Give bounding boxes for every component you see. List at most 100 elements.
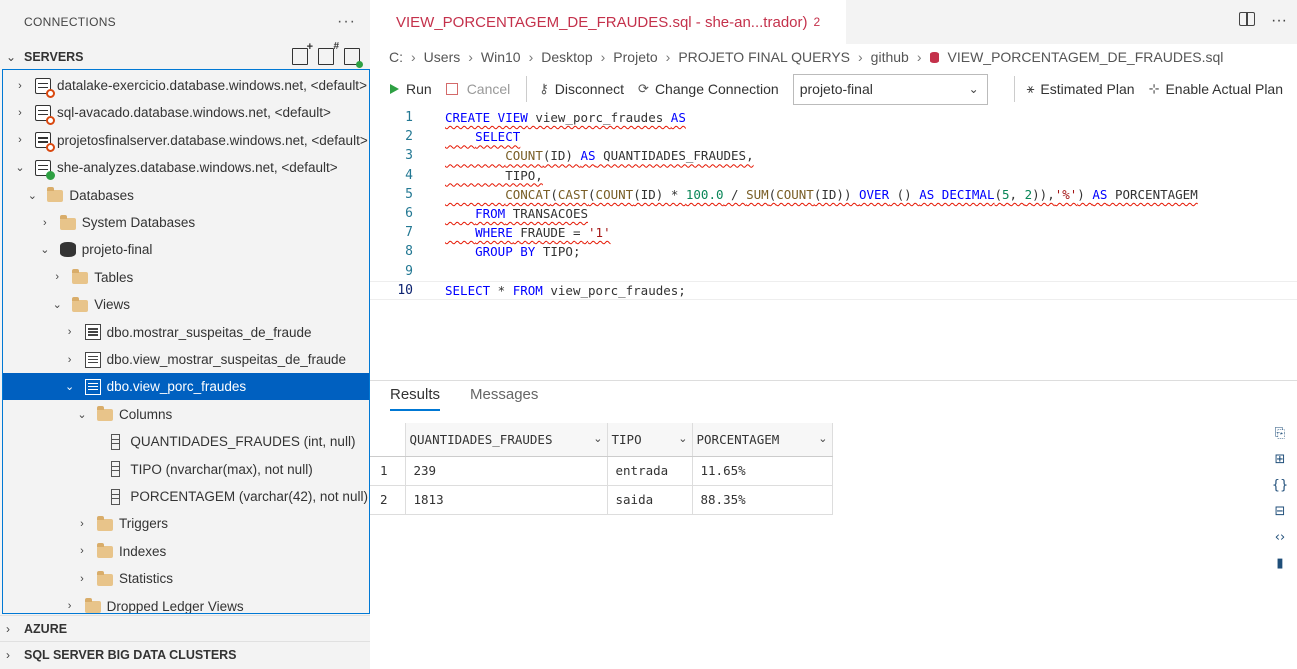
- code-line: 7 WHERE FRAUDE = '1': [405, 225, 611, 241]
- folder-icon: [97, 406, 113, 422]
- tree-item[interactable]: › Statistics: [3, 565, 369, 592]
- chevron-right-icon[interactable]: ›: [13, 80, 27, 92]
- split-editor-icon[interactable]: [1239, 12, 1256, 26]
- table-cell[interactable]: entrada: [607, 456, 693, 486]
- breadcrumb-item[interactable]: Users: [424, 49, 461, 65]
- big-data-clusters-section-header[interactable]: › SQL SERVER BIG DATA CLUSTERS: [0, 641, 370, 667]
- chevron-down-icon[interactable]: ⌄: [818, 432, 827, 445]
- chevron-right-icon[interactable]: ›: [63, 326, 77, 338]
- breadcrumb-item[interactable]: Projeto: [613, 49, 657, 65]
- save-as-xml-icon[interactable]: ⊟: [1271, 502, 1289, 522]
- tree-item[interactable]: › dbo.view_mostrar_suspeitas_de_fraude: [3, 346, 369, 373]
- table-cell[interactable]: 88.35%: [692, 485, 833, 515]
- save-as-json-icon[interactable]: {}: [1271, 476, 1289, 496]
- tree-item[interactable]: › Tables: [3, 264, 369, 291]
- folder-icon: [47, 187, 64, 203]
- tree-item[interactable]: QUANTIDADES_FRAUDES (int, null): [3, 428, 369, 455]
- chevron-right-icon: ›: [468, 49, 473, 65]
- enable-actual-plan-button[interactable]: ⊹ Enable Actual Plan: [1149, 81, 1283, 97]
- chevron-down-icon[interactable]: ⌄: [13, 161, 27, 174]
- tree-item[interactable]: › System Databases: [3, 209, 369, 236]
- new-server-group-icon[interactable]: [318, 41, 339, 65]
- table-cell[interactable]: 239: [405, 456, 608, 486]
- save-as-csv-icon[interactable]: ⎘: [1271, 424, 1289, 444]
- column-header[interactable]: PORCENTAGEM ⌄: [692, 423, 833, 457]
- results-splitter[interactable]: [370, 380, 1297, 381]
- estimated-plan-button[interactable]: ⚹ Estimated Plan: [1027, 81, 1135, 97]
- chevron-down-icon[interactable]: ⌄: [25, 189, 39, 202]
- tree-item[interactable]: › dbo.mostrar_suspeitas_de_fraude: [3, 319, 369, 346]
- table-cell[interactable]: 1813: [405, 485, 608, 515]
- chevron-right-icon[interactable]: ›: [38, 217, 52, 229]
- tree-item[interactable]: › datalake-exercicio.database.windows.net…: [3, 72, 369, 99]
- code-line: 3 COUNT(ID) AS QUANTIDADES_FRAUDES,: [405, 148, 754, 164]
- tree-item-label: Statistics: [119, 571, 174, 587]
- table-row[interactable]: 1 239 entrada 11.65%: [370, 456, 833, 486]
- azure-section-header[interactable]: › AZURE: [0, 615, 370, 641]
- table-cell[interactable]: 11.65%: [692, 456, 833, 486]
- tree-item[interactable]: ⌄ projeto-final: [3, 236, 369, 263]
- tree-item[interactable]: ⌄ dbo.view_porc_fraudes: [3, 373, 369, 401]
- chart-icon[interactable]: ▮: [1271, 554, 1289, 574]
- breadcrumb-item[interactable]: github: [871, 49, 909, 65]
- tree-item[interactable]: ⌄ Columns: [3, 401, 369, 428]
- chevron-right-icon[interactable]: ›: [75, 573, 89, 585]
- change-connection-button[interactable]: ⟳ Change Connection: [638, 81, 779, 97]
- breadcrumb-item[interactable]: VIEW_PORCENTAGEM_DE_FRAUDES.sql: [948, 49, 1224, 65]
- new-connection-icon[interactable]: [292, 41, 313, 65]
- tree-item[interactable]: TIPO (nvarchar(max), not null): [3, 456, 369, 483]
- tab-results[interactable]: Results: [390, 386, 441, 411]
- code-text: SELECT * FROM view_porc_fraudes;: [445, 282, 686, 298]
- tree-item[interactable]: PORCENTAGEM (varchar(42), not null): [3, 483, 369, 510]
- tree-item[interactable]: › Indexes: [3, 538, 369, 565]
- run-button[interactable]: Run: [390, 81, 432, 97]
- chevron-right-icon[interactable]: ›: [75, 545, 89, 557]
- column-header[interactable]: QUANTIDADES_FRAUDES ⌄: [405, 423, 608, 457]
- tree-item[interactable]: › projetosfinalserver.database.windows.ne…: [3, 127, 369, 154]
- tab-view-porcentagem-de-fraudes[interactable]: VIEW_PORCENTAGEM_DE_FRAUDES.sql - she-an…: [370, 0, 846, 44]
- chevron-down-icon[interactable]: ⌄: [75, 408, 89, 421]
- cancel-button[interactable]: Cancel: [445, 81, 510, 97]
- code-editor[interactable]: 1 CREATE VIEW view_porc_fraudes AS 2 SELE…: [370, 108, 1297, 380]
- breadcrumb-item[interactable]: C:: [389, 49, 403, 65]
- code-line: 2 SELECT: [405, 129, 521, 145]
- chevron-down-icon[interactable]: ⌄: [593, 432, 602, 445]
- save-as-excel-icon[interactable]: ⊞: [1271, 450, 1289, 470]
- chevron-down-icon[interactable]: ⌄: [678, 432, 687, 445]
- database-select[interactable]: projeto-final ⌄: [792, 73, 988, 105]
- tree-item-label: she-analyzes.database.windows.net, <defa…: [57, 160, 338, 176]
- tab-title: VIEW_PORCENTAGEM_DE_FRAUDES.sql - she-an…: [396, 13, 808, 31]
- column-header[interactable]: TIPO ⌄: [607, 423, 693, 457]
- tree-item[interactable]: ⌄ she-analyzes.database.windows.net, <def…: [3, 154, 369, 181]
- copy-icon[interactable]: ‹›: [1271, 528, 1289, 548]
- chevron-right-icon[interactable]: ›: [13, 134, 27, 146]
- chevron-down-icon[interactable]: ⌄: [63, 380, 77, 393]
- tree-item[interactable]: ⌄ Databases: [3, 182, 369, 209]
- tree-item[interactable]: › Dropped Ledger Views: [3, 593, 369, 613]
- tree-item[interactable]: ⌄ Views: [3, 291, 369, 318]
- tab-messages[interactable]: Messages: [470, 386, 538, 411]
- breadcrumb-item[interactable]: Desktop: [541, 49, 592, 65]
- servers-section-header[interactable]: ⌄ SERVERS: [0, 41, 370, 69]
- chevron-right-icon[interactable]: ›: [63, 600, 77, 612]
- breadcrumb: C: › Users › Win10 › Desktop › Projeto › PROJETO F…: [370, 44, 1297, 70]
- disconnect-button[interactable]: ⚷ Disconnect: [539, 81, 624, 97]
- chevron-right-icon[interactable]: ›: [13, 107, 27, 119]
- chevron-right-icon[interactable]: ›: [50, 271, 64, 283]
- chevron-down-icon[interactable]: ⌄: [38, 243, 52, 256]
- more-actions-icon[interactable]: ···: [337, 13, 356, 31]
- breadcrumb-item[interactable]: PROJETO FINAL QUERYS: [678, 49, 850, 65]
- table-row[interactable]: 2 1813 saida 88.35%: [370, 485, 833, 515]
- chevron-right-icon[interactable]: ›: [75, 518, 89, 530]
- chevron-right-icon[interactable]: ›: [63, 354, 77, 366]
- breadcrumb-item[interactable]: Win10: [481, 49, 521, 65]
- disconnect-label: Disconnect: [554, 81, 625, 97]
- view-icon: [84, 351, 101, 368]
- tree-item[interactable]: › sql-avacado.database.windows.net, <defa…: [3, 99, 369, 126]
- column-header-label: TIPO: [611, 431, 642, 447]
- more-actions-icon[interactable]: ···: [1271, 12, 1287, 30]
- tree-item[interactable]: › Triggers: [3, 510, 369, 537]
- active-connections-icon[interactable]: [344, 48, 363, 68]
- table-cell[interactable]: saida: [607, 485, 693, 515]
- chevron-down-icon[interactable]: ⌄: [50, 298, 64, 311]
